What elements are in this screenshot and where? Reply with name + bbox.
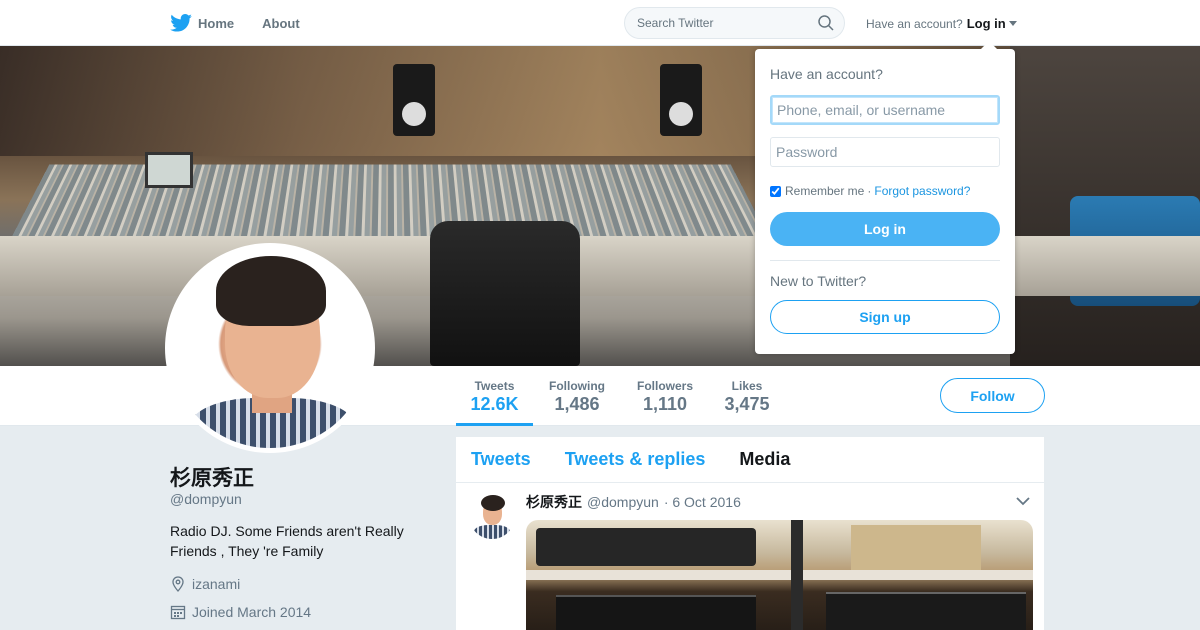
remember-row: Remember me · Forgot password?: [770, 184, 970, 198]
tweet-avatar-hair: [481, 495, 505, 511]
login-menu-toggle[interactable]: Log in: [967, 16, 1006, 31]
username-field[interactable]: [770, 95, 1000, 125]
stat-label: Following: [549, 379, 605, 393]
media-shelf: [526, 570, 1033, 580]
stat-label: Tweets: [474, 379, 515, 393]
remember-me-label[interactable]: Remember me: [785, 184, 864, 198]
calendar-icon: [170, 605, 186, 620]
profile-joined: Joined March 2014: [170, 604, 311, 620]
stat-following[interactable]: Following 1,486: [540, 366, 614, 426]
search-icon[interactable]: [818, 15, 834, 31]
tweet-avatar[interactable]: [469, 493, 515, 539]
chevron-down-icon[interactable]: [1016, 497, 1030, 506]
tweet-author-handle[interactable]: @dompyun: [587, 494, 659, 510]
password-field[interactable]: [770, 137, 1000, 167]
media-rack-pole: [791, 520, 803, 630]
profile-location: izanami: [170, 576, 240, 592]
search-box: [624, 7, 845, 39]
profile-bio: Radio DJ. Some Friends aren't Really Fri…: [170, 523, 404, 559]
login-dropdown: Have an account? Remember me · Forgot pa…: [755, 41, 1015, 354]
new-to-twitter-label: New to Twitter?: [770, 273, 867, 289]
twitter-bird-icon: [170, 14, 192, 32]
nav-home-label: Home: [198, 15, 235, 31]
divider: [770, 260, 1000, 261]
tab-media[interactable]: Media: [739, 449, 790, 470]
profile-name[interactable]: 杉原秀正: [170, 462, 254, 492]
profile-handle[interactable]: @dompyun: [170, 491, 242, 507]
top-nav-bar: Home About Have an account? Log in: [0, 0, 1200, 46]
stat-followers[interactable]: Followers 1,110: [630, 366, 700, 426]
tab-tweets[interactable]: Tweets: [471, 449, 531, 470]
tweet[interactable]: 杉原秀正 @dompyun · 6 Oct 2016: [456, 483, 1044, 630]
stat-label: Followers: [636, 379, 693, 393]
profile-location-text: izanami: [192, 576, 241, 592]
stat-value: 12.6K: [470, 394, 519, 414]
stat-value: 1,486: [554, 394, 600, 414]
account-prompt: Have an account?: [866, 16, 963, 31]
search-input[interactable]: [625, 16, 805, 30]
location-pin-icon: [172, 576, 184, 592]
media-record-box: [851, 525, 981, 570]
header-photo-speaker: [393, 64, 435, 136]
nav-about-label: About: [262, 15, 300, 31]
tweet-author-name[interactable]: 杉原秀正: [526, 492, 582, 512]
account-menu: Have an account? Log in: [866, 16, 1017, 31]
follow-button[interactable]: Follow: [940, 378, 1045, 413]
forgot-password-link[interactable]: Forgot password?: [874, 184, 970, 198]
avatar-hair: [216, 256, 326, 326]
stat-value: 1,110: [642, 394, 688, 414]
stat-label: Likes: [731, 379, 763, 393]
stat-tweets[interactable]: Tweets 12.6K: [456, 366, 533, 426]
nav-left: Home About: [170, 0, 328, 46]
profile-joined-text: Joined March 2014: [192, 604, 312, 620]
header-photo-desk: [0, 236, 1200, 296]
timeline: Tweets Tweets & replies Media 杉原秀正 @domp…: [456, 437, 1044, 630]
timeline-tabs: Tweets Tweets & replies Media: [456, 437, 1044, 483]
nav-home-link[interactable]: Home: [170, 14, 234, 32]
avatar[interactable]: [165, 243, 375, 453]
media-device: [556, 595, 756, 630]
header-photo-speaker: [660, 64, 702, 136]
login-dropdown-title: Have an account?: [770, 66, 883, 82]
tab-tweets-replies[interactable]: Tweets & replies: [565, 449, 706, 470]
media-device: [826, 592, 1026, 630]
login-button[interactable]: Log in: [770, 212, 1000, 246]
tweet-media-image[interactable]: [526, 520, 1033, 630]
tweet-avatar-shirt: [474, 525, 510, 539]
header-photo-monitor: [145, 152, 193, 188]
tweet-header: 杉原秀正 @dompyun · 6 Oct 2016: [526, 492, 741, 512]
nav-about-link[interactable]: About: [262, 16, 300, 31]
media-turntable: [536, 528, 756, 566]
caret-down-icon[interactable]: [1008, 21, 1017, 26]
tweet-date[interactable]: · 6 Oct 2016: [664, 494, 741, 510]
remember-me-checkbox[interactable]: [770, 185, 781, 197]
stat-likes[interactable]: Likes 3,475: [718, 366, 776, 426]
stat-value: 3,475: [724, 394, 770, 414]
remember-separator: ·: [867, 184, 872, 198]
header-photo-chair: [430, 221, 580, 366]
signup-button[interactable]: Sign up: [770, 300, 1000, 334]
